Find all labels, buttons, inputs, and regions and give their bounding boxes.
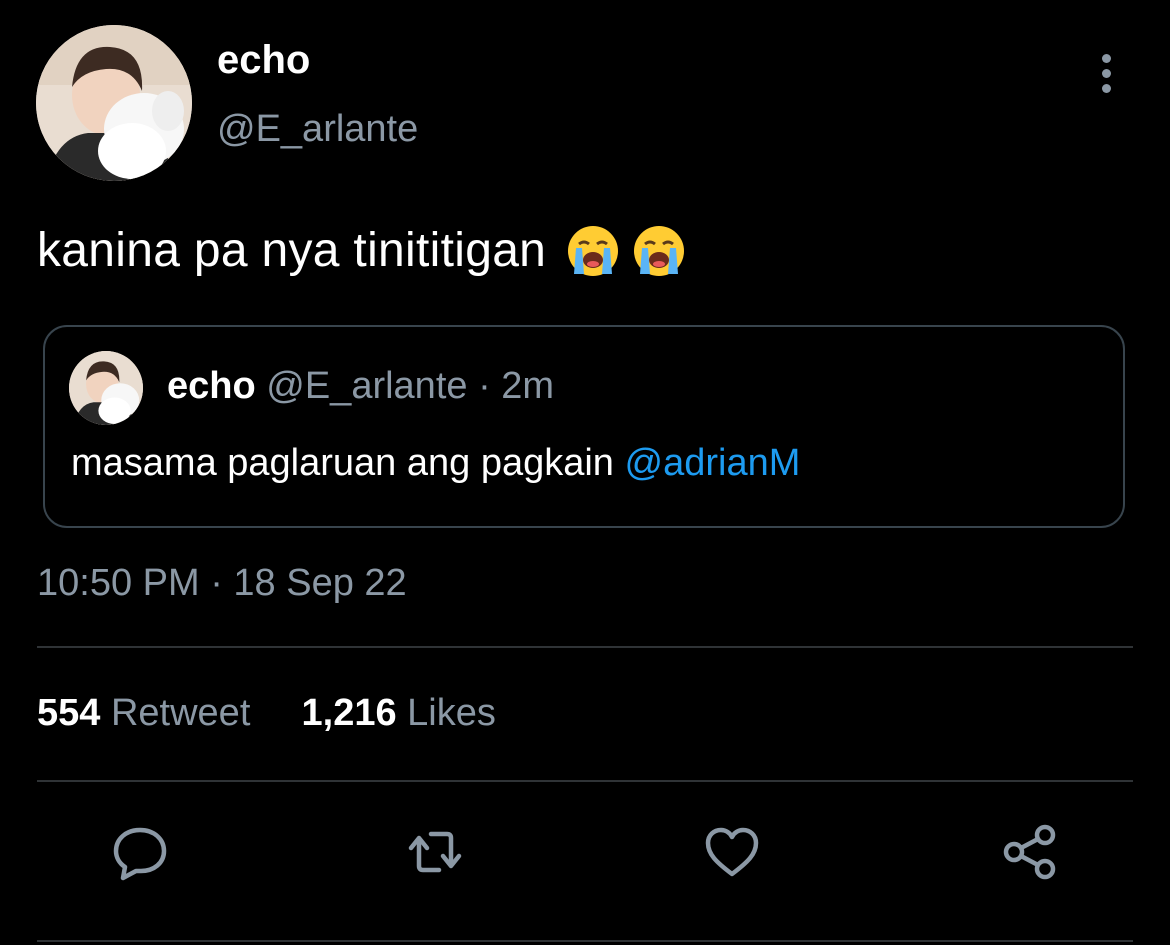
tweet-timestamp[interactable]: 10:50 PM · 18 Sep 22 [37, 562, 407, 605]
likes-count: 1,216 [301, 692, 397, 734]
retweet-stat[interactable]: 554 Retweet [37, 692, 261, 734]
author-name[interactable]: echo [217, 38, 310, 83]
reply-icon[interactable] [110, 822, 170, 882]
mention-link[interactable]: @adrianM [625, 442, 801, 484]
loudly-crying-face-icon [632, 224, 686, 278]
tweet-text: kanina pa nya tinititigan [37, 224, 547, 277]
quoted-tweet-card[interactable]: echo @E_arlante · 2m masama paglaruan an… [43, 325, 1125, 528]
quoted-age: 2m [501, 365, 555, 407]
quoted-author-name: echo [167, 365, 256, 407]
quoted-header: echo @E_arlante · 2m [167, 365, 554, 408]
retweet-count: 554 [37, 692, 101, 734]
engagement-stats: 554 Retweet 1,216 Likes [37, 692, 496, 735]
quoted-author-avatar [69, 351, 143, 425]
loudly-crying-face-icon [566, 224, 620, 278]
quoted-author-handle: @E_arlante [266, 365, 468, 407]
author-handle[interactable]: @E_arlante [217, 108, 418, 151]
like-icon[interactable] [702, 822, 762, 882]
more-options-icon[interactable] [1086, 54, 1126, 104]
divider [37, 646, 1133, 648]
quoted-text-row: masama paglaruan ang pagkain @adrianM [71, 442, 800, 485]
likes-label: Likes [407, 692, 496, 734]
retweet-label: Retweet [110, 692, 251, 734]
separator-dot: · [478, 365, 491, 407]
retweet-icon[interactable] [405, 822, 465, 882]
quoted-text: masama paglaruan ang pagkain [71, 442, 614, 484]
author-avatar[interactable] [36, 25, 192, 181]
tweet-text-row: kanina pa nya tinititigan [37, 223, 686, 278]
share-icon[interactable] [1000, 822, 1060, 882]
divider [37, 780, 1133, 782]
divider [37, 940, 1133, 942]
likes-stat[interactable]: 1,216 Likes [302, 692, 496, 734]
